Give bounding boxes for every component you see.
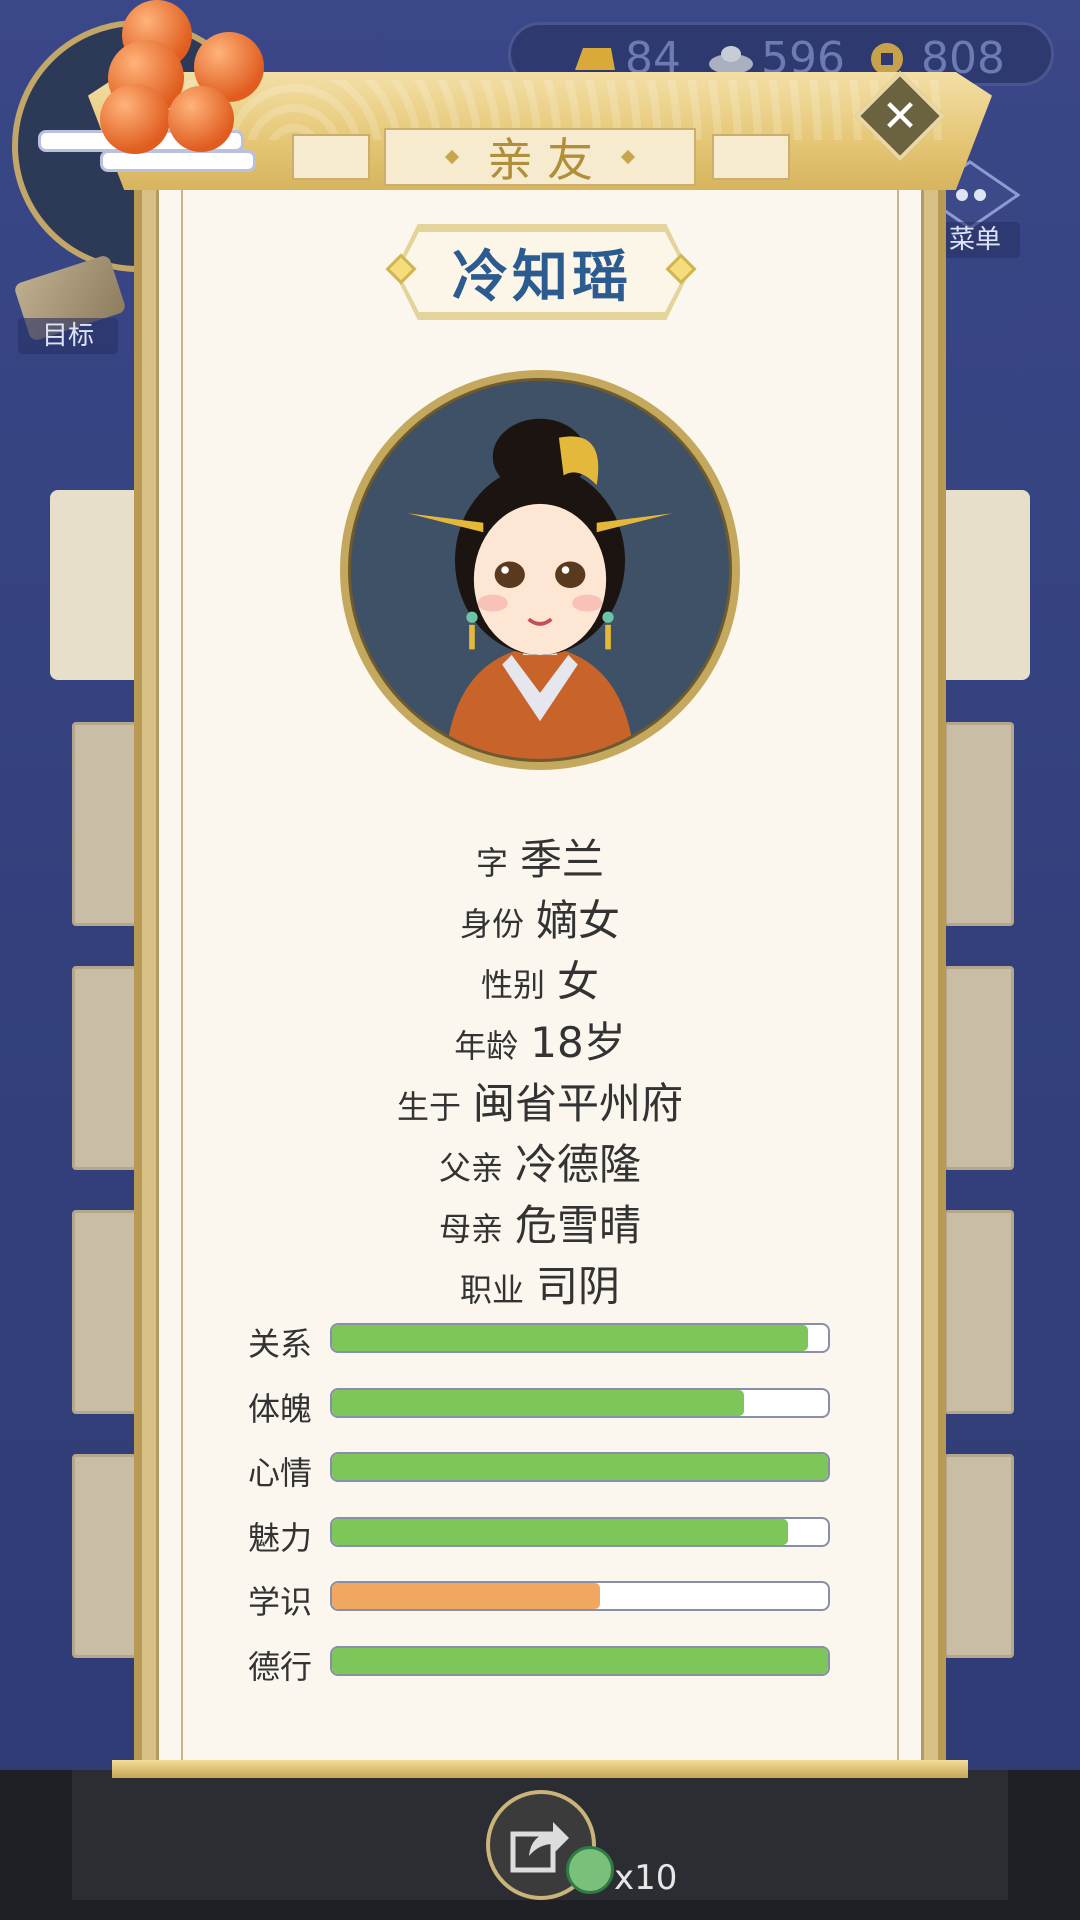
stat-bar xyxy=(330,1516,830,1547)
header-side-plate xyxy=(712,134,790,180)
bg-tile xyxy=(72,1210,142,1414)
info-row-courtesy-name: 字季兰 xyxy=(200,826,880,887)
info-value: 女 xyxy=(557,957,600,1006)
close-icon[interactable]: ✕ xyxy=(868,84,932,148)
stat-label: 心情 xyxy=(248,1454,313,1492)
stat-bar-fill xyxy=(332,1647,828,1674)
stat-label: 学识 xyxy=(248,1583,313,1621)
stat-bar xyxy=(330,1387,830,1418)
goal-label[interactable]: 目标 xyxy=(18,318,118,354)
name-plate: 冷知瑶 xyxy=(398,228,686,316)
info-label: 年龄 xyxy=(454,1027,519,1065)
stat-label: 关系 xyxy=(248,1325,313,1363)
modal-title-plate: 亲友 xyxy=(384,128,696,187)
info-label: 生于 xyxy=(396,1088,461,1126)
modal-title: 亲友 xyxy=(487,133,607,187)
info-label: 父亲 xyxy=(438,1149,503,1187)
info-row-gender: 性别女 xyxy=(200,948,880,1009)
stat-bar xyxy=(330,1452,830,1482)
bg-tile xyxy=(72,722,142,926)
portrait-image xyxy=(348,378,732,762)
stat-bar-fill xyxy=(332,1518,789,1545)
fruit-decoration xyxy=(100,84,170,154)
info-value: 司阴 xyxy=(536,1262,621,1311)
info-label: 母亲 xyxy=(438,1210,503,1248)
header-side-plate xyxy=(292,134,370,180)
fruit-decoration xyxy=(168,86,234,152)
character-name: 冷知瑶 xyxy=(452,244,632,310)
info-value: 冷德隆 xyxy=(515,1140,642,1189)
info-value: 危雪晴 xyxy=(515,1201,642,1250)
bg-tile xyxy=(72,966,142,1170)
info-label: 身份 xyxy=(459,905,524,943)
character-portrait xyxy=(340,370,740,770)
stat-bar-fill xyxy=(332,1325,809,1351)
stat-bar-fill xyxy=(332,1389,744,1416)
info-label: 性别 xyxy=(480,966,545,1004)
scroll-rod xyxy=(112,1760,968,1778)
cloud-decoration xyxy=(100,150,256,172)
info-row-mother: 母亲 危雪晴 xyxy=(200,1192,880,1253)
jade-coin-icon xyxy=(566,1846,614,1894)
stat-label: 魅力 xyxy=(248,1518,313,1557)
silver-ingot-icon xyxy=(709,45,753,74)
stat-bar-fill xyxy=(332,1583,600,1609)
gold-ingot-icon xyxy=(575,47,615,70)
share-reward-count: x10 xyxy=(614,1858,678,1898)
bg-tile xyxy=(944,1454,1014,1658)
info-row-age: 年龄 18岁 xyxy=(200,1009,880,1070)
stat-bar xyxy=(330,1323,830,1353)
info-row-occupation: 职业 司阴 xyxy=(200,1253,880,1314)
info-label: 字 xyxy=(475,844,508,882)
info-row-status: 身份 嫡女 xyxy=(200,887,880,948)
stat-label: 体魄 xyxy=(248,1389,313,1428)
info-value: 闽省平州府 xyxy=(473,1079,684,1128)
title-dot-left xyxy=(444,149,460,165)
stat-bar xyxy=(330,1645,830,1676)
info-value: 嫡女 xyxy=(536,896,621,945)
bg-tile xyxy=(72,1454,142,1658)
info-row-father: 父亲 冷德隆 xyxy=(200,1131,880,1192)
stat-bar xyxy=(330,1581,830,1611)
stat-label: 德行 xyxy=(248,1647,313,1686)
info-value: 18岁 xyxy=(530,1018,626,1067)
bg-tile xyxy=(944,966,1014,1170)
info-row-birthplace: 生于 闽省平州府 xyxy=(200,1070,880,1131)
bg-tile xyxy=(944,1210,1014,1414)
copper-coin-icon xyxy=(871,42,903,75)
info-label: 职业 xyxy=(459,1271,524,1309)
bg-tile xyxy=(944,722,1014,926)
lady-portrait-icon xyxy=(407,418,673,759)
title-dot-right xyxy=(620,149,636,165)
info-value: 季兰 xyxy=(520,835,605,884)
share-icon xyxy=(510,1822,569,1873)
stat-bar-fill xyxy=(332,1454,828,1480)
